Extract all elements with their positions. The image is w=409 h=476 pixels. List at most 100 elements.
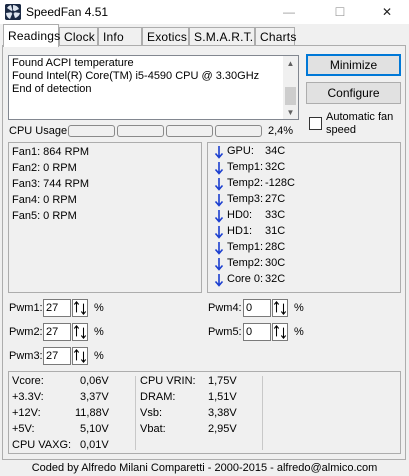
log-line: End of detection	[12, 83, 92, 95]
pwm3-input[interactable]: 27	[43, 347, 71, 365]
maximize-window-button[interactable]: ☐	[323, 0, 357, 24]
down-arrow-icon	[214, 178, 224, 191]
fan-reading: Fan1: 864 RPM	[12, 146, 90, 158]
fan-reading: Fan4: 0 RPM	[12, 194, 77, 206]
temp-row: HD1: 31C	[208, 224, 398, 240]
pwm5-input[interactable]: 0	[243, 323, 271, 341]
pwm5-label: Pwm5:	[208, 326, 242, 338]
voltage-value: 3,38V	[208, 407, 237, 419]
voltage-value: 1,75V	[208, 375, 237, 387]
tab-exotics[interactable]: Exotics	[142, 27, 189, 46]
pwm1-input[interactable]: 27	[43, 299, 71, 317]
tab-info[interactable]: Info	[98, 27, 142, 46]
temp-row: Temp2: 30C	[208, 256, 398, 272]
window-title: SpeedFan 4.51	[26, 5, 109, 19]
auto-fan-label-line1: Automatic fan	[326, 111, 394, 123]
close-window-button[interactable]: ✕	[370, 0, 404, 24]
voltage-value: 2,95V	[208, 423, 237, 435]
voltage-name: +12V:	[12, 407, 41, 419]
temp-value: 30C	[265, 257, 286, 269]
voltages-box: Vcore: 0,06V +3.3V: 3,37V +12V: 11,88V +…	[8, 371, 401, 454]
title-bar[interactable]: SpeedFan 4.51 — ☐ ✕	[0, 0, 409, 24]
pwm4-label: Pwm4:	[208, 302, 242, 314]
down-arrow-icon	[214, 258, 224, 271]
temperatures-box: GPU: 34C Temp1: 32C Temp2: -128C Temp3: …	[207, 142, 401, 293]
tab-bar: Readings Clock Info Exotics S.M.A.R.T. C…	[0, 24, 409, 47]
fan-reading: Fan3: 744 RPM	[12, 178, 90, 190]
voltage-value: 0,01V	[80, 439, 109, 451]
voltage-value: 11,88V	[75, 407, 110, 419]
column-divider	[262, 376, 263, 450]
temp-name: Temp1:	[227, 161, 264, 173]
pwm5-spinner-icon[interactable]	[272, 323, 288, 341]
cpu-usage-label: CPU Usage	[9, 125, 68, 137]
pwm4-input[interactable]: 0	[243, 299, 271, 317]
voltage-name: CPU VAXG:	[12, 439, 72, 451]
temp-name: Temp3:	[227, 193, 264, 205]
temp-row: GPU: 34C	[208, 144, 398, 160]
voltage-value: 5,10V	[80, 423, 109, 435]
pwm2-unit: %	[94, 326, 104, 338]
down-arrow-icon	[214, 274, 224, 287]
voltage-name: +3.3V:	[12, 391, 44, 403]
temp-value: 33C	[265, 209, 286, 221]
voltage-value: 1,51V	[208, 391, 237, 403]
pwm1-unit: %	[94, 302, 104, 314]
pwm4-spinner-icon[interactable]	[272, 299, 288, 317]
down-arrow-icon	[214, 194, 224, 207]
auto-fan-label-line2: speed	[326, 124, 356, 136]
pwm3-unit: %	[94, 350, 104, 362]
temp-row: Temp1: 28C	[208, 240, 398, 256]
scroll-thumb[interactable]	[285, 87, 296, 105]
minimize-icon: —	[283, 5, 295, 19]
pwm5-unit: %	[294, 326, 304, 338]
voltage-name: CPU VRIN:	[140, 375, 196, 387]
cpu-usage-bar	[68, 125, 115, 137]
minimize-window-button[interactable]: —	[272, 0, 306, 24]
temp-row: HD0: 33C	[208, 208, 398, 224]
pwm4-unit: %	[294, 302, 304, 314]
pwm1-spinner-icon[interactable]	[72, 299, 88, 317]
temp-name: Temp1:	[227, 241, 264, 253]
down-arrow-icon	[214, 242, 224, 255]
temp-value: 32C	[265, 273, 286, 285]
down-arrow-icon	[214, 210, 224, 223]
detection-log[interactable]: Found ACPI temperature Found Intel(R) Co…	[8, 55, 299, 120]
tab-readings[interactable]: Readings	[3, 24, 60, 47]
cpu-usage-bar	[117, 125, 164, 137]
temp-value: 28C	[265, 241, 286, 253]
tab-charts[interactable]: Charts	[255, 27, 296, 46]
voltage-value: 3,37V	[80, 391, 109, 403]
automatic-fan-speed-label: Automatic fan speed	[326, 111, 393, 137]
voltage-name: Vsb:	[140, 407, 163, 419]
down-arrow-icon	[214, 226, 224, 239]
scroll-down-arrow-icon[interactable]: ▼	[283, 105, 298, 119]
voltage-name: Vbat:	[140, 423, 166, 435]
scroll-up-arrow-icon[interactable]: ▲	[283, 56, 298, 70]
configure-button[interactable]: Configure	[306, 82, 401, 104]
temp-row: Temp2: -128C	[208, 176, 398, 192]
pwm2-input[interactable]: 27	[43, 323, 71, 341]
cpu-usage-value: 2,4%	[268, 125, 294, 137]
app-icon	[5, 4, 21, 20]
log-scrollbar[interactable]: ▲ ▼	[283, 56, 298, 119]
voltage-name: Vcore:	[12, 375, 44, 387]
temp-name: Temp2:	[227, 177, 264, 189]
temp-value: -128C	[265, 177, 295, 189]
fans-box: Fan1: 864 RPM Fan2: 0 RPM Fan3: 744 RPM …	[8, 142, 202, 293]
down-arrow-icon	[214, 162, 224, 175]
fan-reading: Fan2: 0 RPM	[12, 162, 77, 174]
temp-name: HD1:	[227, 225, 253, 237]
close-icon: ✕	[381, 5, 393, 19]
pwm2-spinner-icon[interactable]	[72, 323, 88, 341]
fan-reading: Fan5: 0 RPM	[12, 210, 77, 222]
automatic-fan-speed-checkbox[interactable]	[309, 117, 322, 130]
minimize-button[interactable]: Minimize	[306, 54, 401, 76]
pwm3-spinner-icon[interactable]	[72, 347, 88, 365]
column-divider	[135, 376, 136, 450]
tab-clock[interactable]: Clock	[59, 27, 98, 46]
down-arrow-icon	[214, 146, 224, 159]
tab-smart[interactable]: S.M.A.R.T.	[189, 27, 255, 46]
footer-credit: Coded by Alfredo Milani Comparetti - 200…	[31, 462, 378, 474]
temp-name: HD0:	[227, 209, 253, 221]
